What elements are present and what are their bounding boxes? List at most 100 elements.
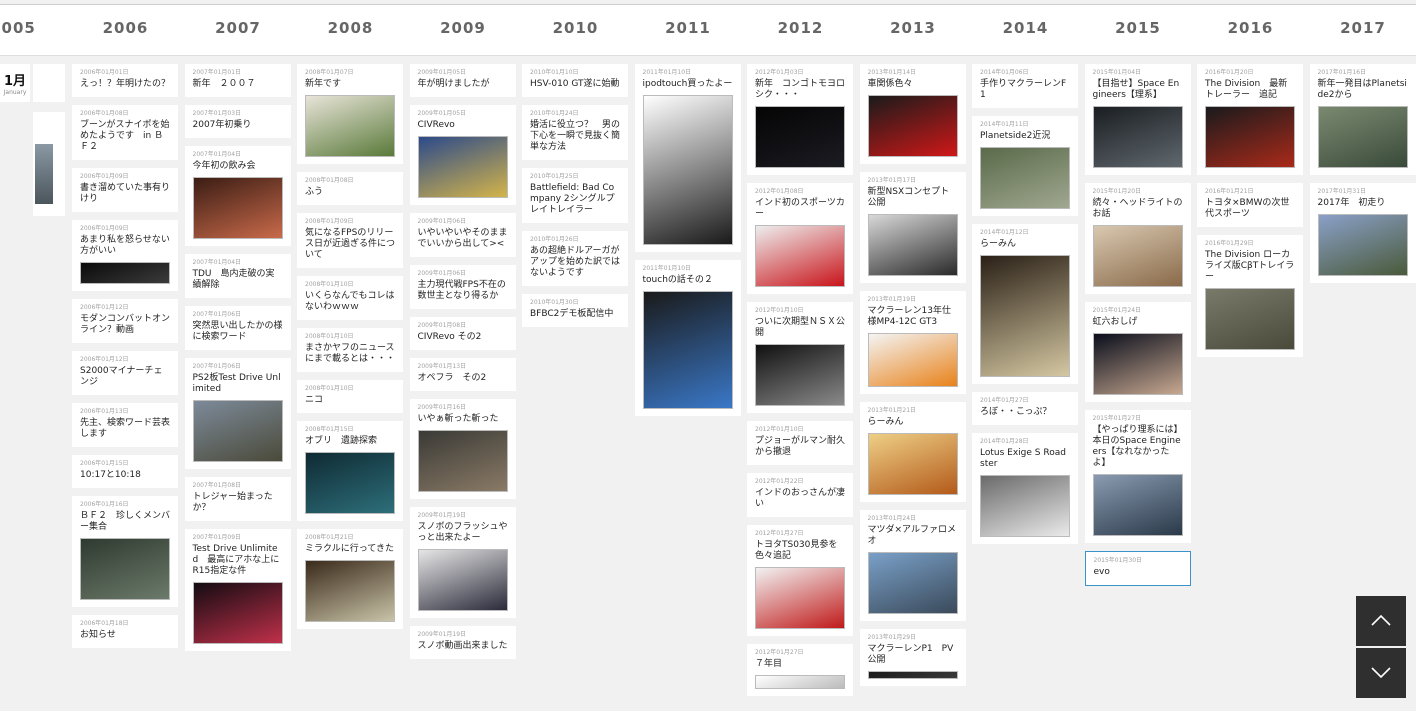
post-date: 2012年01月10日 [755,307,804,314]
post-card[interactable]: 2016年01月21日 トヨタ×BMWの次世代スポーツ [1197,183,1303,227]
post-card[interactable]: 2008年01月15日 オブリ 遺跡探索 [297,421,403,521]
post-card[interactable]: 2009年01月06日 いやいやいやそのままでいいから出して>< [409,213,516,257]
post-card[interactable]: 2009年01月08日 CIVRevo その2 [409,317,516,350]
post-card[interactable]: 2015年01月24日 虹六おしげ [1084,302,1191,402]
year-tab-2007[interactable]: 2007 [182,19,294,37]
post-card[interactable]: 2011年01月10日 ipodtouch買ったよー [634,64,741,252]
post-card[interactable]: 2006年01月16日 ＢＦ２ 珍しくメンバー集合 [72,496,178,607]
year-tab-2017[interactable]: 2017 [1307,19,1416,37]
post-card[interactable]: 2012年01月08日 インド初のスポーツカー [747,183,853,294]
post-card[interactable]: 2014年01月11日 Planetside2近況 [972,116,1078,216]
post-date: 2013年01月21日 [867,407,917,414]
post-card[interactable]: 2017年01月31日 2017年 初走り [1309,183,1416,283]
post-card[interactable]: 2010年01月30日 BFBC2デモ板配信中 [522,294,628,327]
post-card[interactable]: 2014年01月06日 手作りマクラーレンF1 [972,64,1078,108]
post-card[interactable]: 2015年01月30日 evo [1084,551,1191,586]
post-card[interactable]: 2016年01月20日 The Division 最新トレーラー 追記 [1197,64,1303,175]
post-card[interactable]: 2014年01月27日 ろぼ・・こっぷ？ [972,392,1078,425]
scroll-down-button[interactable] [1356,648,1406,698]
post-title: ブーンがスナイポを始めたようです in ＢＦ２ [80,120,170,152]
post-card[interactable]: 2008年01月09日 気になるFPSのリリース日が近過ぎる件について [297,213,403,268]
post-card[interactable]: 2009年01月05日 CIVRevo [409,105,516,205]
post-card[interactable]: 2006年01月13日 先主、検索ワード芸表します [72,403,178,447]
post-date: 2012年01月27日 [755,649,804,656]
post-card[interactable]: 2013年01月17日 新型NSXコンセプト公開 [859,172,966,283]
post-card[interactable]: 2012年01月03日 新年 コンゴトモヨロシク・・・ [747,64,853,175]
post-card[interactable]: 2007年01月03日 2007年初乗り [184,105,291,138]
post-card[interactable]: 2014年01月12日 らーみん [972,224,1078,384]
post-title: ミラクルに行ってきた [305,544,395,554]
post-card[interactable]: 2017年01月16日 新年一発目はPlanetside2から [1309,64,1416,175]
post-card[interactable]: 2010年01月25日 Battlefield: Bad Company 2シング… [522,168,628,223]
post-card[interactable]: 2009年01月05日 年が明けましたが [409,64,516,97]
post-card[interactable]: 2015年01月04日 【目指せ】Space Engineers【理系】 [1084,64,1191,175]
post-date: 2012年01月27日 [755,530,804,537]
post-card[interactable]: 2007年01月01日 新年 ２００７ [184,64,291,97]
year-tab-2016[interactable]: 2016 [1195,19,1307,37]
post-card[interactable]: 2014年01月28日 Lotus Exige S Roadster [972,433,1078,544]
year-tab-2006[interactable]: 2006 [70,19,182,37]
post-card[interactable]: 2009年01月19日 スノボのフラッシュやっと出来たよー [409,507,516,618]
post-card[interactable]: 2006年01月01日 えっ！？年明けたの？ [72,64,178,97]
year-tab-2015[interactable]: 2015 [1082,19,1194,37]
year-tab-2005[interactable]: 2005 [0,19,69,37]
year-tab-2012[interactable]: 2012 [745,19,857,37]
post-card[interactable]: 2013年01月24日 マツダ×アルファロメオ [859,510,966,621]
post-card[interactable]: 2007年01月06日 PS2板Test Drive Unlimited [184,358,291,469]
post-card[interactable]: 2008年01月07日 新年です [297,64,403,164]
post-card[interactable]: 2013年01月14日 車関係色々 [859,64,966,164]
post-card[interactable]: 2010年01月10日 HSV-010 GT遂に始動 [522,64,628,97]
post-card[interactable]: 2015年01月20日 続々・ヘッドライトのお話 [1084,183,1191,294]
post-card[interactable]: 2006年01月18日 お知らせ [72,615,178,648]
year-tab-2010[interactable]: 2010 [520,19,632,37]
post-card[interactable]: 2008年01月21日 ミラクルに行ってきた [297,529,403,629]
post-card[interactable]: 2007年01月09日 Test Drive Unlimited 最高にアホな上に… [184,529,291,651]
post-date: 2006年01月01日 [80,69,129,76]
post-card[interactable]: 2009年01月19日 スノボ動画出来ました [409,626,516,659]
post-card[interactable]: 2006年01月12日 モダンコンバットオンライン？動画 [72,299,178,343]
post-card[interactable]: 2008年01月08日 ふう [297,172,403,205]
post-title: Lotus Exige S Roadster [980,448,1066,469]
post-card[interactable]: 2009年01月16日 いやぁ斬った斬った [409,399,516,499]
year-column-2016: 2016年01月20日 The Division 最新トレーラー 追記 2016年0… [1197,64,1303,365]
post-card[interactable]: 2008年01月10日 まさかヤフのニュースにまで載るとは・・・ [297,328,403,372]
post-card[interactable]: 2011年01月10日 touchの話その２ [634,260,741,416]
post-card[interactable]: 2008年01月10日 ニコ [297,380,403,413]
thumb-lotus [980,475,1070,537]
post-card[interactable]: 2013年01月19日 マクラーレン13年仕様MP4-12C GT3 [859,291,966,394]
post-card[interactable]: 2007年01月04日 今年初の飲み会 [184,146,291,246]
year-tab-2008[interactable]: 2008 [295,19,407,37]
year-tab-2013[interactable]: 2013 [857,19,969,37]
partial-card[interactable] [33,112,65,216]
post-card[interactable]: 2015年01月27日 【やっぱり理系には】本日のSpace Engineers【… [1084,410,1191,543]
post-card[interactable]: 2012年01月10日 プジョーがルマン耐久から撤退 [747,421,853,465]
post-card[interactable]: 2007年01月04日 TDU 島内走破の実績解除 [184,254,291,298]
post-card[interactable]: 2012年01月27日 トヨタTS030見参を色々追記 [747,525,853,636]
post-card[interactable]: 2016年01月29日 The Division ローカライズ版CβTトレイラー [1197,235,1303,357]
post-card[interactable]: 2012年01月27日 ７年目 [747,644,853,696]
post-card[interactable]: 2009年01月06日 主力現代戦FPS不在の数世主となり得るか [409,265,516,309]
post-card[interactable]: 2013年01月21日 らーみん [859,402,966,502]
post-card[interactable]: 2012年01月22日 インドのおっさんが凄い [747,473,853,517]
scroll-up-button[interactable] [1356,596,1406,646]
year-tab-2014[interactable]: 2014 [970,19,1082,37]
post-card[interactable]: 2006年01月09日 書き溜めていた事有りけり [72,168,178,212]
post-card[interactable]: 2006年01月09日 あまり私を怒らせない方がいい [72,220,178,291]
post-card[interactable]: 2006年01月12日 S2000マイナーチェンジ [72,351,178,395]
post-card[interactable]: 2007年01月08日 トレジャー始まったか？ [184,477,291,521]
post-card[interactable]: 2006年01月08日 ブーンがスナイポを始めたようです in ＢＦ２ [72,105,178,160]
partial-card[interactable] [33,64,65,102]
post-card[interactable]: 2007年01月06日 突然思い出したかの様に検索ワード [184,306,291,350]
post-card[interactable]: 2010年01月26日 あの超絶ドルアーガがアップを始めた訳ではないようです [522,231,628,286]
year-column-2008: 2008年01月07日 新年です 2008年01月08日 ふう 2008年01月09日気… [297,64,403,637]
thumb-silver-car [755,344,845,406]
post-card[interactable]: 2013年01月29日 マクラーレンP1 PV公開 [859,629,966,686]
post-date: 2010年01月25日 [530,173,579,180]
post-card[interactable]: 2008年01月10日 いくらなんでもコレはないわｗｗｗ [297,276,403,320]
post-card[interactable]: 2006年01月15日 10:17と10:18 [72,455,178,488]
post-card[interactable]: 2010年01月24日 婚活に役立つ？ 男の下心を一瞬で見抜く簡単な方法 [522,105,628,160]
post-card[interactable]: 2012年01月10日 ついに次期型ＮＳＸ公開 [747,302,853,413]
year-tab-2009[interactable]: 2009 [407,19,519,37]
year-tab-2011[interactable]: 2011 [632,19,744,37]
post-card[interactable]: 2009年01月13日 オペフラ その2 [409,358,516,391]
